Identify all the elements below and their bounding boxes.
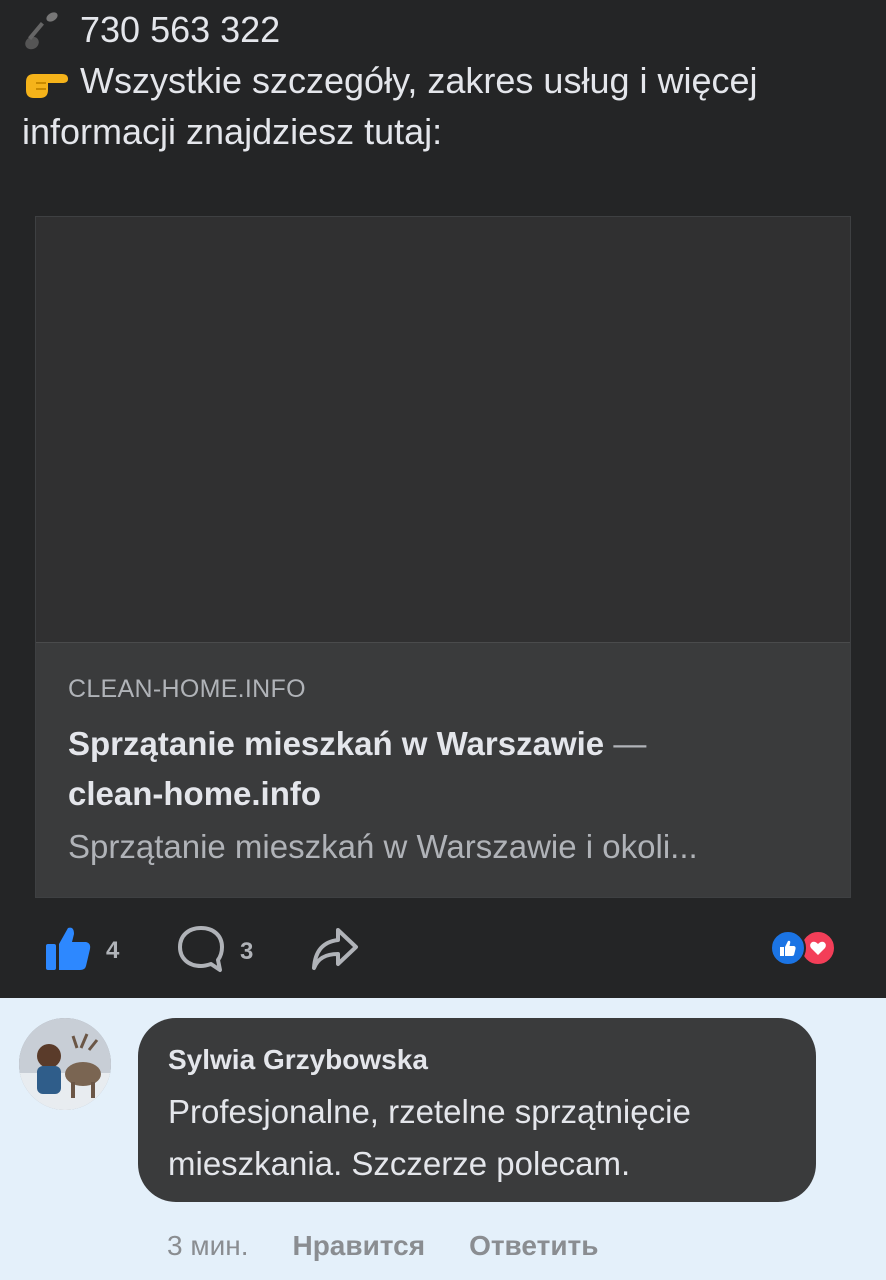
comment-text-line1: Profesjonalne, rzetelne sprzątnięcie (168, 1093, 691, 1130)
link-description: Sprzątanie mieszkań w Warszawie i okoli.… (68, 828, 698, 865)
comment-text-line2: mieszkania. Szczerze polecam. (168, 1145, 631, 1182)
details-line-2: informacji znajdziesz tutaj: (22, 106, 862, 157)
details-line: Wszystkie szczegóły, zakres usług i więc… (22, 55, 862, 106)
link-preview-meta[interactable]: CLEAN-HOME.INFO Sprzątanie mieszkań w Wa… (36, 643, 850, 873)
post-actions-bar: 4 3 (0, 912, 886, 984)
comment-count: 3 (240, 937, 254, 965)
link-domain: CLEAN-HOME.INFO (68, 675, 306, 703)
telephone-receiver-icon (22, 7, 80, 53)
backhand-index-pointing-right-icon (22, 58, 80, 104)
link-title-site: clean-home.info (68, 775, 322, 812)
like-count: 4 (106, 936, 120, 964)
comment-text: Profesjonalne, rzetelne sprzątnięcie mie… (168, 1086, 786, 1190)
avatar[interactable] (19, 1018, 111, 1110)
comment-time: 3 мин. (167, 1230, 249, 1261)
thumbs-up-icon (44, 924, 92, 977)
comment-bubble[interactable]: Sylwia Grzybowska Profesjonalne, rzeteln… (138, 1018, 816, 1202)
share-arrow-icon (310, 926, 360, 977)
share-button[interactable] (310, 926, 360, 977)
phone-number[interactable]: 730 563 322 (80, 4, 280, 55)
like-button[interactable]: 4 (44, 924, 119, 977)
like-icon (770, 930, 806, 966)
comment-button[interactable]: 3 (176, 924, 253, 979)
post-text: 730 563 322 Wszystkie szczegóły, zakres … (22, 4, 862, 157)
comment-author[interactable]: Sylwia Grzybowska (168, 1040, 786, 1080)
details-text: Wszystkie szczegóły, zakres usług i więc… (80, 60, 758, 101)
reactions-summary[interactable] (770, 930, 836, 966)
link-preview-image[interactable] (36, 217, 850, 643)
link-preview-card[interactable]: CLEAN-HOME.INFO Sprzątanie mieszkań w Wa… (35, 216, 851, 898)
comment-section: Sylwia Grzybowska Profesjonalne, rzeteln… (0, 998, 886, 1280)
phone-line: 730 563 322 (22, 4, 862, 55)
details-text-2: informacji znajdziesz tutaj: (22, 111, 443, 152)
comment-bubble-icon (176, 924, 226, 979)
comment-reply-button[interactable]: Ответить (469, 1230, 598, 1262)
link-title: Sprzątanie mieszkań w Warszawie — clean-… (68, 719, 818, 819)
link-title-main: Sprzątanie mieszkań w Warszawie (68, 725, 605, 762)
comment-like-button[interactable]: Нравится (292, 1230, 425, 1262)
link-title-dash: — (613, 725, 647, 762)
comment-meta: 3 мин. Нравится Ответить (167, 1230, 598, 1262)
